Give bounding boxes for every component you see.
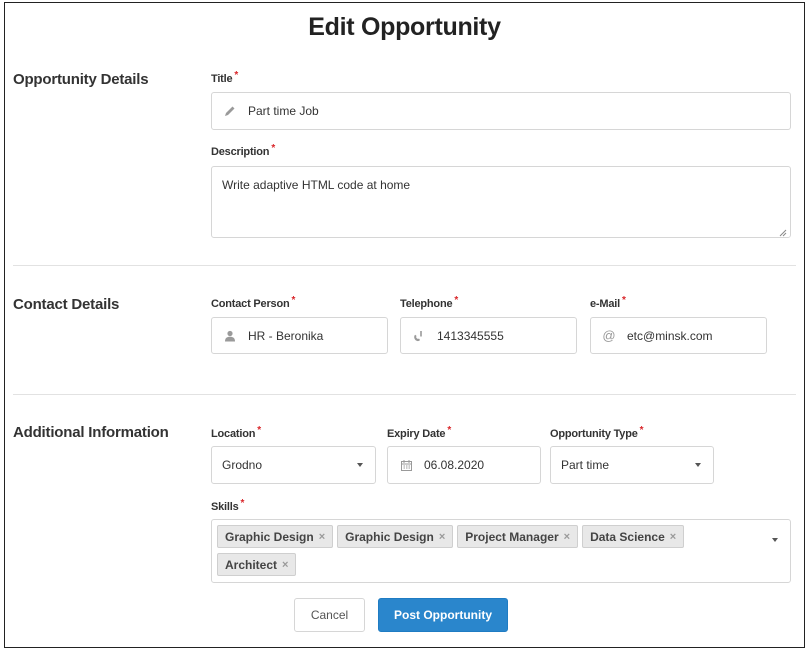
opportunity-type-value: Part time — [561, 458, 610, 472]
skill-tag: Architect × — [217, 553, 297, 576]
email-label: e-Mail * — [590, 295, 626, 310]
description-label: Description * — [211, 143, 276, 158]
skill-tag: Graphic Design × — [337, 525, 454, 548]
skill-tag-label: Graphic Design — [345, 529, 434, 544]
at-icon: @ — [602, 328, 616, 343]
email-value: etc@minsk.com — [627, 328, 713, 343]
person-icon — [222, 330, 238, 342]
remove-tag-icon[interactable]: × — [564, 531, 570, 543]
title-value: Part time Job — [248, 104, 319, 118]
description-value: Write adaptive HTML code at home — [222, 178, 411, 192]
telephone-value: 1413345555 — [437, 328, 504, 343]
calendar-icon — [398, 459, 414, 471]
page-title: Edit Opportunity — [308, 13, 501, 41]
required-marker: * — [257, 425, 261, 436]
chevron-down-icon — [357, 463, 363, 467]
section-divider — [13, 394, 796, 395]
opportunity-type-label: Opportunity Type * — [550, 425, 644, 440]
skills-multiselect[interactable]: Graphic Design × Graphic Design × Project … — [211, 519, 791, 583]
required-marker: * — [291, 295, 296, 306]
required-marker: * — [234, 70, 239, 81]
title-label: Title * — [211, 70, 239, 85]
section-title-opportunity-details: Opportunity Details — [13, 71, 149, 88]
section-divider — [13, 265, 796, 266]
skills-label: Skills * — [211, 498, 245, 513]
remove-tag-icon[interactable]: × — [670, 531, 676, 543]
remove-tag-icon[interactable]: × — [282, 559, 288, 571]
pencil-icon — [222, 105, 238, 117]
required-marker: * — [454, 295, 459, 306]
expiry-date-input[interactable]: 06.08.2020 — [387, 446, 541, 484]
skill-tag: Project Manager × — [457, 525, 579, 548]
edit-opportunity-form: Edit Opportunity Opportunity Details Tit… — [4, 2, 805, 648]
required-marker: * — [639, 425, 644, 436]
chevron-down-icon — [695, 463, 701, 467]
telephone-input[interactable]: 1413345555 — [400, 317, 577, 354]
contact-person-input[interactable]: HR - Beronika — [211, 317, 388, 354]
skill-tag-label: Architect — [225, 557, 278, 572]
expiry-date-label: Expiry Date * — [387, 425, 452, 440]
skill-tag-label: Project Manager — [465, 529, 559, 544]
contact-person-value: HR - Beronika — [248, 328, 324, 343]
skills-tag-list: Graphic Design × Graphic Design × Project … — [212, 520, 757, 581]
remove-tag-icon[interactable]: × — [439, 531, 445, 543]
email-input[interactable]: @ etc@minsk.com — [590, 317, 767, 354]
remove-tag-icon[interactable]: × — [319, 531, 325, 543]
required-marker: * — [621, 295, 626, 306]
skill-tag-label: Data Science — [590, 529, 665, 544]
skill-tag: Data Science × — [582, 525, 685, 548]
title-input[interactable]: Part time Job — [211, 92, 791, 130]
phone-icon — [411, 330, 427, 342]
resize-handle-icon[interactable] — [779, 226, 787, 237]
skill-tag: Graphic Design × — [217, 525, 334, 548]
chevron-down-icon[interactable] — [772, 538, 778, 542]
required-marker: * — [240, 498, 245, 509]
location-label: Location * — [211, 425, 261, 440]
location-select[interactable]: Grodno — [211, 446, 376, 484]
required-marker: * — [447, 425, 452, 436]
post-opportunity-button[interactable]: Post Opportunity — [378, 598, 508, 632]
cancel-button[interactable]: Cancel — [294, 598, 365, 632]
location-value: Grodno — [222, 458, 263, 472]
required-marker: * — [271, 143, 276, 154]
telephone-label: Telephone * — [400, 295, 459, 310]
opportunity-type-select[interactable]: Part time — [550, 446, 714, 484]
description-textarea[interactable]: Write adaptive HTML code at home — [211, 166, 791, 238]
section-title-additional-information: Additional Information — [13, 424, 169, 441]
contact-person-label: Contact Person * — [211, 295, 296, 310]
expiry-date-value: 06.08.2020 — [424, 458, 485, 472]
section-title-contact-details: Contact Details — [13, 296, 120, 313]
skill-tag-label: Graphic Design — [225, 529, 314, 544]
